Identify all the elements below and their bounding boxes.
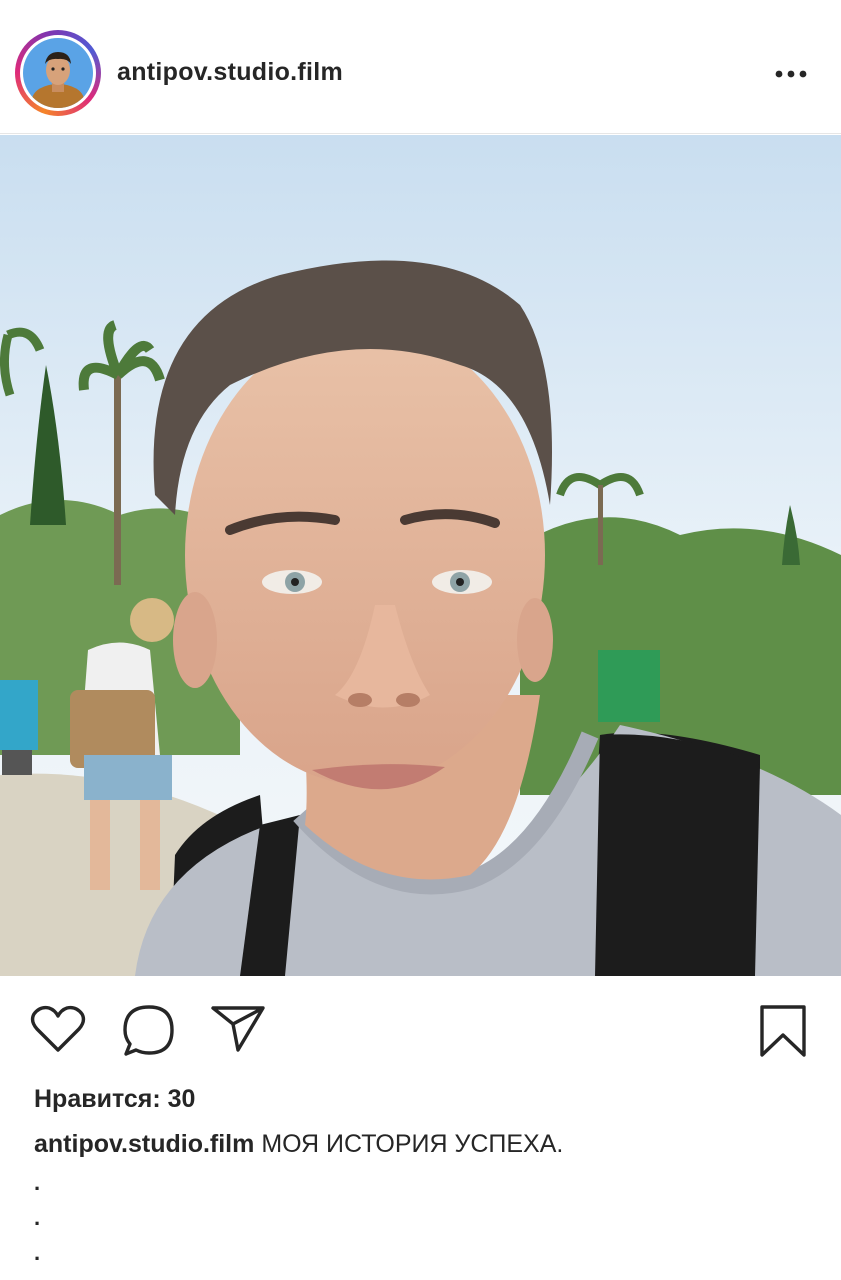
post-username[interactable]: antipov.studio.film	[117, 58, 343, 87]
likes-count[interactable]: Нравится: 30	[34, 1085, 195, 1114]
bookmark-icon[interactable]	[758, 1004, 808, 1063]
post-header: antipov.studio.film	[0, 0, 841, 134]
caption-text: МОЯ ИСТОРИЯ УСПЕХА.	[261, 1130, 564, 1158]
avatar-story-ring[interactable]	[15, 30, 101, 116]
caption-dot: .	[34, 1205, 41, 1230]
caption-dot: .	[34, 1170, 41, 1195]
more-options-icon[interactable]	[771, 60, 811, 88]
avatar-image	[23, 38, 93, 108]
caption: antipov.studio.film МОЯ ИСТОРИЯ УСПЕХА.	[34, 1130, 563, 1159]
post-actions	[0, 976, 841, 1086]
avatar[interactable]	[20, 35, 96, 111]
comment-icon[interactable]	[122, 1004, 176, 1063]
caption-username[interactable]: antipov.studio.film	[34, 1130, 254, 1158]
post-photo[interactable]	[0, 135, 841, 976]
send-icon[interactable]	[210, 1004, 266, 1059]
caption-dot: .	[34, 1240, 41, 1265]
heart-icon[interactable]	[30, 1004, 86, 1059]
